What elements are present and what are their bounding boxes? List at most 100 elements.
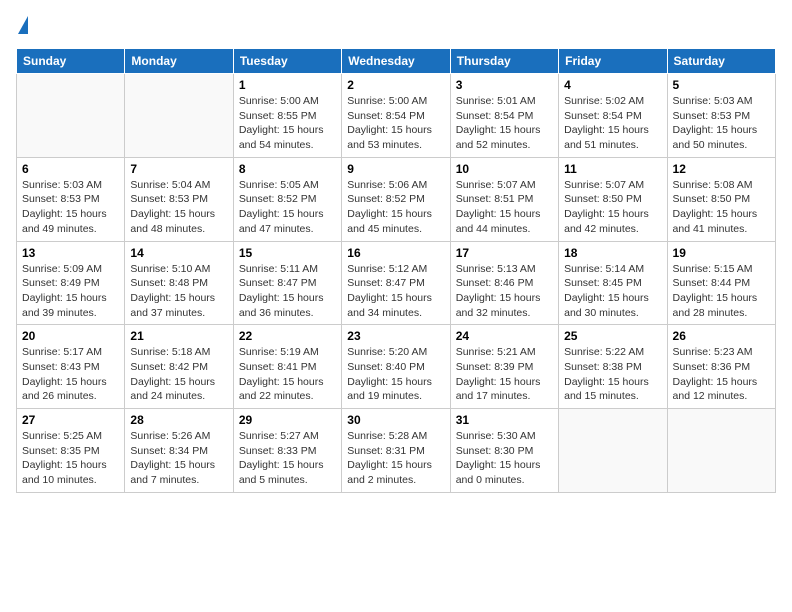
col-wednesday: Wednesday (342, 49, 450, 74)
table-row: 1 Sunrise: 5:00 AMSunset: 8:55 PMDaylight… (233, 74, 341, 158)
page-header (16, 16, 776, 36)
day-info: Sunrise: 5:07 AMSunset: 8:50 PMDaylight:… (564, 178, 661, 237)
table-row: 19 Sunrise: 5:15 AMSunset: 8:44 PMDayligh… (667, 241, 775, 325)
day-info: Sunrise: 5:27 AMSunset: 8:33 PMDaylight:… (239, 429, 336, 488)
table-row (667, 409, 775, 493)
calendar-week-row: 20 Sunrise: 5:17 AMSunset: 8:43 PMDayligh… (17, 325, 776, 409)
day-info: Sunrise: 5:15 AMSunset: 8:44 PMDaylight:… (673, 262, 770, 321)
day-info: Sunrise: 5:21 AMSunset: 8:39 PMDaylight:… (456, 345, 553, 404)
table-row: 16 Sunrise: 5:12 AMSunset: 8:47 PMDayligh… (342, 241, 450, 325)
day-number: 17 (456, 246, 553, 260)
day-info: Sunrise: 5:06 AMSunset: 8:52 PMDaylight:… (347, 178, 444, 237)
table-row: 4 Sunrise: 5:02 AMSunset: 8:54 PMDaylight… (559, 74, 667, 158)
calendar-week-row: 27Sunrise: 5:25 AMSunset: 8:35 PMDayligh… (17, 409, 776, 493)
day-info: Sunrise: 5:20 AMSunset: 8:40 PMDaylight:… (347, 345, 444, 404)
day-number: 20 (22, 329, 119, 343)
table-row: 27Sunrise: 5:25 AMSunset: 8:35 PMDayligh… (17, 409, 125, 493)
table-row: 7 Sunrise: 5:04 AMSunset: 8:53 PMDaylight… (125, 157, 233, 241)
table-row: 5 Sunrise: 5:03 AMSunset: 8:53 PMDaylight… (667, 74, 775, 158)
day-info: Sunrise: 5:00 AMSunset: 8:55 PMDaylight:… (239, 94, 336, 153)
table-row: 30 Sunrise: 5:28 AMSunset: 8:31 PMDayligh… (342, 409, 450, 493)
col-tuesday: Tuesday (233, 49, 341, 74)
day-info: Sunrise: 5:26 AMSunset: 8:34 PMDaylight:… (130, 429, 227, 488)
table-row: 29 Sunrise: 5:27 AMSunset: 8:33 PMDayligh… (233, 409, 341, 493)
table-row: 23 Sunrise: 5:20 AMSunset: 8:40 PMDayligh… (342, 325, 450, 409)
day-info: Sunrise: 5:08 AMSunset: 8:50 PMDaylight:… (673, 178, 770, 237)
table-row: 13 Sunrise: 5:09 AMSunset: 8:49 PMDayligh… (17, 241, 125, 325)
day-number: 19 (673, 246, 770, 260)
calendar-table: Sunday Monday Tuesday Wednesday Thursday… (16, 48, 776, 493)
day-number: 23 (347, 329, 444, 343)
day-number: 11 (564, 162, 661, 176)
day-info: Sunrise: 5:05 AMSunset: 8:52 PMDaylight:… (239, 178, 336, 237)
table-row: 20 Sunrise: 5:17 AMSunset: 8:43 PMDayligh… (17, 325, 125, 409)
table-row: 11 Sunrise: 5:07 AMSunset: 8:50 PMDayligh… (559, 157, 667, 241)
day-info: Sunrise: 5:13 AMSunset: 8:46 PMDaylight:… (456, 262, 553, 321)
day-number: 2 (347, 78, 444, 92)
day-info: Sunrise: 5:12 AMSunset: 8:47 PMDaylight:… (347, 262, 444, 321)
day-info: Sunrise: 5:23 AMSunset: 8:36 PMDaylight:… (673, 345, 770, 404)
day-number: 14 (130, 246, 227, 260)
table-row: 24 Sunrise: 5:21 AMSunset: 8:39 PMDayligh… (450, 325, 558, 409)
table-row: 21 Sunrise: 5:18 AMSunset: 8:42 PMDayligh… (125, 325, 233, 409)
col-monday: Monday (125, 49, 233, 74)
day-number: 7 (130, 162, 227, 176)
table-row: 6 Sunrise: 5:03 AMSunset: 8:53 PMDaylight… (17, 157, 125, 241)
day-info: Sunrise: 5:07 AMSunset: 8:51 PMDaylight:… (456, 178, 553, 237)
day-info: Sunrise: 5:17 AMSunset: 8:43 PMDaylight:… (22, 345, 119, 404)
col-thursday: Thursday (450, 49, 558, 74)
col-saturday: Saturday (667, 49, 775, 74)
logo-triangle-icon (18, 16, 28, 34)
day-number: 24 (456, 329, 553, 343)
day-info: Sunrise: 5:30 AMSunset: 8:30 PMDaylight:… (456, 429, 553, 488)
table-row: 2 Sunrise: 5:00 AMSunset: 8:54 PMDaylight… (342, 74, 450, 158)
day-number: 31 (456, 413, 553, 427)
day-number: 18 (564, 246, 661, 260)
day-number: 30 (347, 413, 444, 427)
day-number: 21 (130, 329, 227, 343)
day-info: Sunrise: 5:11 AMSunset: 8:47 PMDaylight:… (239, 262, 336, 321)
day-info: Sunrise: 5:18 AMSunset: 8:42 PMDaylight:… (130, 345, 227, 404)
table-row: 31 Sunrise: 5:30 AMSunset: 8:30 PMDayligh… (450, 409, 558, 493)
day-number: 4 (564, 78, 661, 92)
table-row: 22 Sunrise: 5:19 AMSunset: 8:41 PMDayligh… (233, 325, 341, 409)
day-number: 13 (22, 246, 119, 260)
day-info: Sunrise: 5:25 AMSunset: 8:35 PMDaylight:… (22, 429, 119, 488)
calendar-week-row: 6 Sunrise: 5:03 AMSunset: 8:53 PMDaylight… (17, 157, 776, 241)
day-number: 9 (347, 162, 444, 176)
table-row: 26Sunrise: 5:23 AMSunset: 8:36 PMDayligh… (667, 325, 775, 409)
day-number: 29 (239, 413, 336, 427)
day-info: Sunrise: 5:02 AMSunset: 8:54 PMDaylight:… (564, 94, 661, 153)
day-number: 8 (239, 162, 336, 176)
table-row: 28 Sunrise: 5:26 AMSunset: 8:34 PMDayligh… (125, 409, 233, 493)
day-number: 16 (347, 246, 444, 260)
day-info: Sunrise: 5:01 AMSunset: 8:54 PMDaylight:… (456, 94, 553, 153)
table-row: 3 Sunrise: 5:01 AMSunset: 8:54 PMDaylight… (450, 74, 558, 158)
table-row: 17 Sunrise: 5:13 AMSunset: 8:46 PMDayligh… (450, 241, 558, 325)
day-info: Sunrise: 5:09 AMSunset: 8:49 PMDaylight:… (22, 262, 119, 321)
table-row: 12 Sunrise: 5:08 AMSunset: 8:50 PMDayligh… (667, 157, 775, 241)
day-number: 12 (673, 162, 770, 176)
day-info: Sunrise: 5:00 AMSunset: 8:54 PMDaylight:… (347, 94, 444, 153)
calendar-header-row: Sunday Monday Tuesday Wednesday Thursday… (17, 49, 776, 74)
day-number: 25 (564, 329, 661, 343)
day-info: Sunrise: 5:28 AMSunset: 8:31 PMDaylight:… (347, 429, 444, 488)
day-number: 5 (673, 78, 770, 92)
day-info: Sunrise: 5:19 AMSunset: 8:41 PMDaylight:… (239, 345, 336, 404)
table-row: 14Sunrise: 5:10 AMSunset: 8:48 PMDayligh… (125, 241, 233, 325)
table-row (17, 74, 125, 158)
day-info: Sunrise: 5:03 AMSunset: 8:53 PMDaylight:… (22, 178, 119, 237)
table-row: 25Sunrise: 5:22 AMSunset: 8:38 PMDayligh… (559, 325, 667, 409)
day-info: Sunrise: 5:03 AMSunset: 8:53 PMDaylight:… (673, 94, 770, 153)
col-sunday: Sunday (17, 49, 125, 74)
day-number: 15 (239, 246, 336, 260)
table-row (559, 409, 667, 493)
day-number: 1 (239, 78, 336, 92)
day-number: 10 (456, 162, 553, 176)
day-info: Sunrise: 5:04 AMSunset: 8:53 PMDaylight:… (130, 178, 227, 237)
day-number: 28 (130, 413, 227, 427)
day-number: 3 (456, 78, 553, 92)
day-number: 22 (239, 329, 336, 343)
table-row: 9 Sunrise: 5:06 AMSunset: 8:52 PMDaylight… (342, 157, 450, 241)
day-number: 6 (22, 162, 119, 176)
